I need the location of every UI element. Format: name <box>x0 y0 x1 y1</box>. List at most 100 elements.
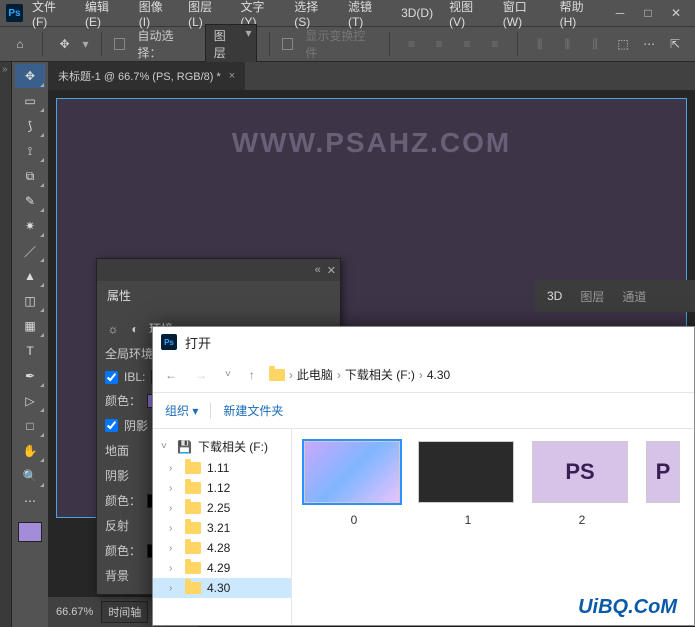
home-icon[interactable]: ⌂ <box>10 34 30 54</box>
distribute-icon-2[interactable]: ⫼ <box>558 34 578 54</box>
titlebar: Ps 文件(F) 编辑(E) 图像(I) 图层(L) 文字(Y) 选择(S) 滤… <box>0 0 695 26</box>
new-folder-button[interactable]: 新建文件夹 <box>223 402 283 419</box>
crumb-2[interactable]: 4.30 <box>427 368 450 382</box>
shadow-checkbox[interactable] <box>105 419 118 432</box>
hand-tool[interactable]: ✋ <box>15 439 45 463</box>
sun-icon[interactable]: ☼ <box>105 321 121 337</box>
nav-back-icon[interactable]: ← <box>161 364 181 386</box>
nav-recent-icon[interactable]: ˅ <box>221 365 235 384</box>
menu-view[interactable]: 视图(V) <box>442 0 494 31</box>
distribute-icon-3[interactable]: ⫼ <box>585 34 605 54</box>
tab-3d[interactable]: 3D <box>547 289 562 303</box>
share-icon[interactable]: ⇱ <box>665 34 685 54</box>
minimize-button[interactable]: ─ <box>607 3 633 23</box>
file-thumb-2[interactable]: 2 <box>532 441 632 527</box>
menu-select[interactable]: 选择(S) <box>287 0 339 31</box>
crop-tool[interactable]: ⧉ <box>15 164 45 188</box>
tree-folder-selected[interactable]: ›4.30 <box>153 578 291 598</box>
zoom-tool[interactable]: 🔍 <box>15 464 45 488</box>
menu-file[interactable]: 文件(F) <box>25 0 76 31</box>
options-bar: ⌂ ✥ ▾ 自动选择： 图层 显示变换控件 ≡ ≡ ≡ ≡ ⫼ ⫼ ⫼ ⬚ ⋯ … <box>0 26 695 62</box>
quick-select-tool[interactable]: ⟟ <box>15 139 45 163</box>
bg-label: 背景 <box>105 567 129 584</box>
close-tab-icon[interactable]: × <box>229 70 235 82</box>
more-icon[interactable]: ⋯ <box>639 34 659 54</box>
lasso-tool[interactable]: ⟆ <box>15 114 45 138</box>
pen-tool[interactable]: ✒ <box>15 364 45 388</box>
drive-icon: 💾 <box>177 440 192 454</box>
ground-label: 地面 <box>105 442 129 459</box>
show-transform-checkbox[interactable] <box>282 38 294 50</box>
dialog-nav: ← → ˅ ↑ › 此电脑 › 下载相关 (F:) › 4.30 <box>153 357 694 393</box>
menu-help[interactable]: 帮助(H) <box>553 0 605 31</box>
nav-forward-icon[interactable]: → <box>191 364 211 386</box>
foreground-color[interactable] <box>18 522 42 542</box>
stamp-tool[interactable]: ▲ <box>15 264 45 288</box>
maximize-button[interactable]: □ <box>635 3 661 23</box>
collapsed-panel-strip[interactable]: » <box>0 62 12 627</box>
ibl-checkbox[interactable] <box>105 371 118 384</box>
tab-channels[interactable]: 通道 <box>622 288 646 305</box>
tree-folder[interactable]: ›1.11 <box>153 458 291 478</box>
move-tool-icon[interactable]: ✥ <box>55 34 75 54</box>
file-thumb-1[interactable]: 1 <box>418 441 518 527</box>
file-thumb-0[interactable]: 0 <box>304 441 404 527</box>
panel-collapse-icon[interactable]: « <box>315 264 321 276</box>
healing-tool[interactable]: ✷ <box>15 214 45 238</box>
edit-toolbar[interactable]: ⋯ <box>15 489 45 513</box>
auto-select-checkbox[interactable] <box>114 38 126 50</box>
marquee-tool[interactable]: ▭ <box>15 89 45 113</box>
document-tab[interactable]: 未标题-1 @ 66.7% (PS, RGB/8) * × <box>48 62 245 90</box>
path-select-tool[interactable]: ▷ <box>15 389 45 413</box>
thumb-label: 2 <box>579 513 586 527</box>
menu-edit[interactable]: 编辑(E) <box>78 0 130 31</box>
folder-tree: ˅ 💾 下载相关 (F:) ›1.11 ›1.12 ›2.25 ›3.21 ›4… <box>153 429 292 625</box>
align-icon-3[interactable]: ≡ <box>457 34 477 54</box>
show-transform-label: 显示变换控件 <box>305 27 376 61</box>
eyedropper-tool[interactable]: ✎ <box>15 189 45 213</box>
shape-tool[interactable]: □ <box>15 414 45 438</box>
align-icon[interactable]: ≡ <box>402 34 422 54</box>
panel-close-icon[interactable]: ✕ <box>327 264 336 277</box>
tree-folder[interactable]: ›2.25 <box>153 498 291 518</box>
ibl-label: IBL: <box>124 370 145 384</box>
auto-select-label: 自动选择： <box>137 27 196 61</box>
menu-filter[interactable]: 滤镜(T) <box>341 0 392 31</box>
distribute-icon[interactable]: ⫼ <box>530 34 550 54</box>
crumb-1[interactable]: 下载相关 (F:) <box>345 366 415 383</box>
dialog-title: 打开 <box>185 333 211 352</box>
open-dialog: Ps 打开 ← → ˅ ↑ › 此电脑 › 下载相关 (F:) › 4.30 组… <box>152 326 695 626</box>
menu-image[interactable]: 图像(I) <box>132 0 179 31</box>
auto-select-dropdown[interactable]: 图层 <box>205 24 257 64</box>
align-icon-4[interactable]: ≡ <box>485 34 505 54</box>
move-tool[interactable]: ✥ <box>15 64 45 88</box>
shadow-label: 阴影 <box>124 417 148 434</box>
nav-up-icon[interactable]: ↑ <box>245 364 259 386</box>
type-tool[interactable]: T <box>15 339 45 363</box>
menu-3d[interactable]: 3D(D) <box>394 4 440 22</box>
tree-drive[interactable]: ˅ 💾 下载相关 (F:) <box>153 435 291 458</box>
thumb-label: 0 <box>351 513 358 527</box>
tree-folder[interactable]: ›1.12 <box>153 478 291 498</box>
reflect-color-label: 颜色： <box>105 542 141 559</box>
properties-tab[interactable]: 属性 <box>97 281 340 310</box>
bulb-icon[interactable]: ◐ <box>127 321 143 337</box>
brush-tool[interactable]: ／ <box>15 239 45 263</box>
3d-mode-icon[interactable]: ⬚ <box>613 34 633 54</box>
file-thumb-3[interactable] <box>646 441 682 513</box>
tree-folder[interactable]: ›4.29 <box>153 558 291 578</box>
timeline-button[interactable]: 时间轴 <box>101 601 148 623</box>
gradient-tool[interactable]: ▦ <box>15 314 45 338</box>
eraser-tool[interactable]: ◫ <box>15 289 45 313</box>
zoom-level[interactable]: 66.67% <box>56 606 93 618</box>
tree-folder[interactable]: ›4.28 <box>153 538 291 558</box>
align-icon-2[interactable]: ≡ <box>429 34 449 54</box>
close-button[interactable]: ✕ <box>663 3 689 23</box>
tab-layers[interactable]: 图层 <box>580 288 604 305</box>
breadcrumb[interactable]: › 此电脑 › 下载相关 (F:) › 4.30 <box>269 366 450 383</box>
tree-folder[interactable]: ›3.21 <box>153 518 291 538</box>
crumb-0[interactable]: 此电脑 <box>297 366 333 383</box>
menu-window[interactable]: 窗口(W) <box>496 0 551 31</box>
color-label: 颜色： <box>105 392 141 409</box>
organize-button[interactable]: 组织 ▾ <box>165 402 198 419</box>
